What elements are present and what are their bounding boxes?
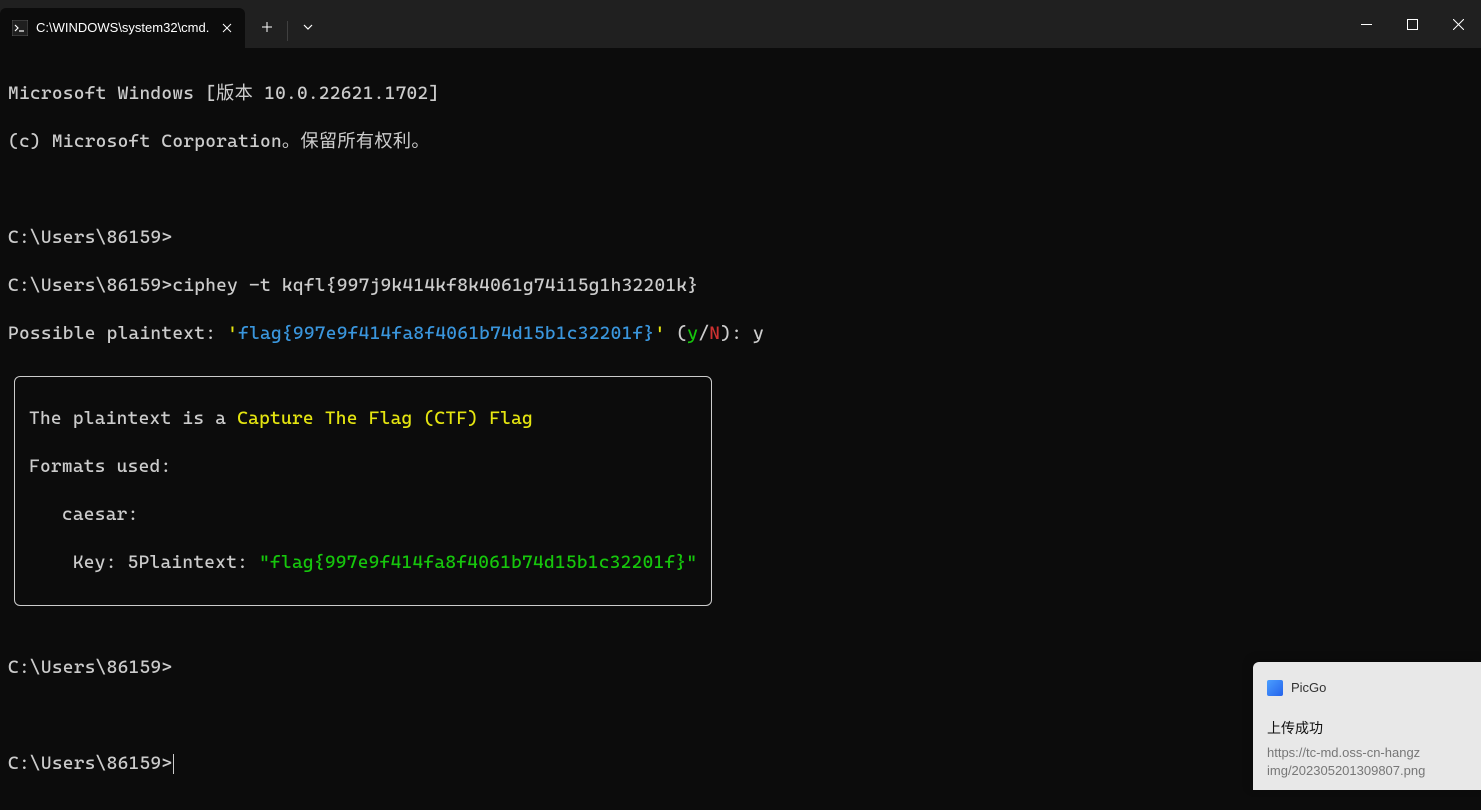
picgo-icon <box>1267 680 1283 696</box>
prompt-line: C:\Users\86159> <box>8 226 1473 250</box>
window-controls <box>1343 0 1481 48</box>
tab-close-button[interactable] <box>217 18 237 38</box>
blank-line <box>8 178 1473 202</box>
toast-url-line: img/202305201309807.png <box>1267 762 1467 780</box>
ctf-flag-label: Capture The Flag (CTF) Flag <box>237 408 533 429</box>
quote: ' <box>227 323 238 344</box>
quote: ' <box>654 323 665 344</box>
box-line: Formats used: <box>29 455 697 479</box>
key-label: Key: 5Plaintext: <box>29 552 259 573</box>
prompt-prefix: C:\Users\86159> <box>8 275 172 296</box>
command-text: ciphey -t kqfl{997j9k414kf8k4061g74i15g1… <box>172 275 698 296</box>
label: Possible plaintext: <box>8 323 227 344</box>
tab-title: C:\WINDOWS\system32\cmd. <box>36 16 209 40</box>
prompt-prefix: C:\Users\86159> <box>8 753 172 774</box>
box-line: Key: 5Plaintext: "flag{997e9f414fa8f4061… <box>29 551 697 575</box>
new-tab-button[interactable] <box>249 9 285 45</box>
toast-app-name: PicGo <box>1291 676 1326 700</box>
toast-header: PicGo <box>1267 676 1467 700</box>
paren-close: ): <box>720 323 753 344</box>
paren: ( <box>665 323 687 344</box>
result-box: The plaintext is a Capture The Flag (CTF… <box>14 376 712 606</box>
minimize-button[interactable] <box>1343 0 1389 48</box>
slash: / <box>698 323 709 344</box>
blank-line <box>8 608 1473 632</box>
banner-line: (c) Microsoft Corporation。保留所有权利。 <box>8 130 1473 154</box>
box-line: The plaintext is a Capture The Flag (CTF… <box>29 407 697 431</box>
answer: y <box>753 323 764 344</box>
plaintext-value: flag{997e9f414fa8f4061b74d15b1c32201f} <box>238 323 654 344</box>
cmd-icon <box>12 20 28 36</box>
toast-url-line: https://tc-md.oss-cn-hangz <box>1267 744 1467 762</box>
prefix: The plaintext is a <box>29 408 237 429</box>
tabbar-actions <box>249 0 326 48</box>
tabbar-divider <box>287 21 288 41</box>
command-line: C:\Users\86159>ciphey -t kqfl{997j9k414k… <box>8 274 1473 298</box>
toast-title: 上传成功 <box>1267 716 1467 740</box>
no-option: N <box>709 323 720 344</box>
close-button[interactable] <box>1435 0 1481 48</box>
cursor-icon <box>173 754 174 774</box>
tab-active[interactable]: C:\WINDOWS\system32\cmd. <box>0 8 245 48</box>
notification-toast[interactable]: PicGo 上传成功 https://tc-md.oss-cn-hangz im… <box>1253 662 1481 790</box>
yes-option: y <box>687 323 698 344</box>
titlebar: C:\WINDOWS\system32\cmd. <box>0 0 1481 48</box>
banner-line: Microsoft Windows [版本 10.0.22621.1702] <box>8 82 1473 106</box>
flag-value: "flag{997e9f414fa8f4061b74d15b1c32201f}" <box>259 552 697 573</box>
box-line: caesar: <box>29 503 697 527</box>
toast-body: https://tc-md.oss-cn-hangz img/202305201… <box>1267 744 1467 780</box>
maximize-button[interactable] <box>1389 0 1435 48</box>
tab-dropdown-button[interactable] <box>290 9 326 45</box>
output-line: Possible plaintext: 'flag{997e9f414fa8f4… <box>8 322 1473 346</box>
